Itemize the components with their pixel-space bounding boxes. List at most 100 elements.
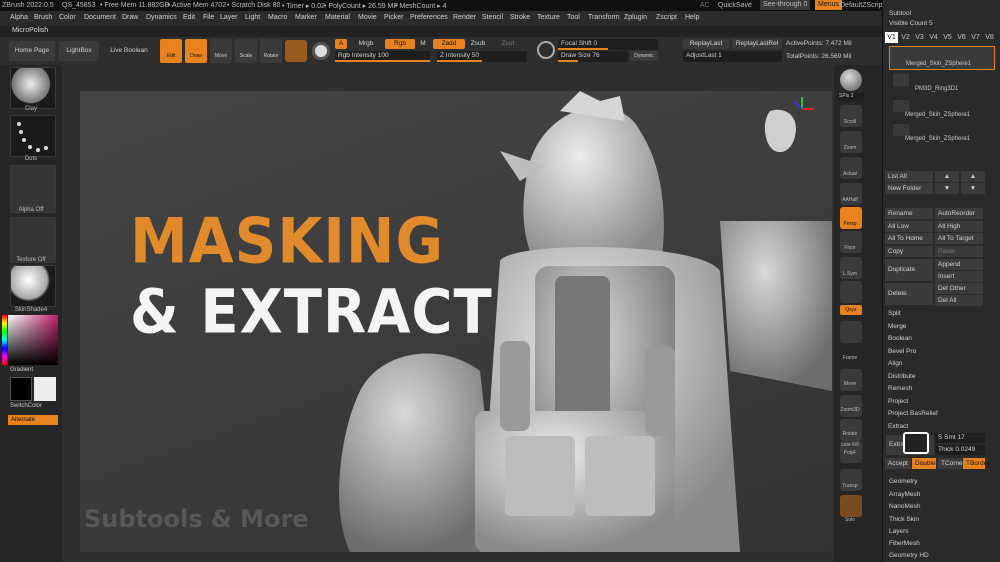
double-toggle[interactable]: Double — [912, 458, 936, 469]
version-v5[interactable]: V5 — [941, 32, 954, 43]
subtool-header[interactable]: Subtool — [889, 10, 911, 17]
all-high-button[interactable]: All High — [935, 221, 983, 232]
version-v1[interactable]: V1 — [885, 32, 898, 43]
subtool-item[interactable]: Merged_Skin_ZSphere1 — [889, 122, 995, 146]
lock-icon[interactable] — [840, 281, 862, 303]
distribute-section[interactable]: Distribute — [885, 371, 983, 382]
fibermesh-section[interactable]: FiberMesh — [889, 540, 920, 547]
menu-help[interactable]: Help — [685, 14, 699, 21]
menu-material[interactable]: Material — [325, 14, 350, 21]
tborder-toggle[interactable]: TBorder — [963, 458, 989, 469]
hue-strip[interactable] — [2, 315, 7, 365]
thick-slider[interactable]: Thick 0.0249 — [935, 445, 985, 455]
menu-alpha[interactable]: Alpha — [10, 14, 28, 21]
merge-section[interactable]: Merge — [885, 321, 983, 332]
align-section[interactable]: Align — [885, 358, 983, 369]
new-folder-button[interactable]: New Folder — [885, 183, 933, 194]
menu-dynamics[interactable]: Dynamics — [146, 14, 177, 21]
menu-preferences[interactable]: Preferences — [410, 14, 448, 21]
del-other-button[interactable]: Del Other — [935, 283, 983, 294]
menu-movie[interactable]: Movie — [358, 14, 377, 21]
replay-last-button[interactable]: ReplayLast — [683, 39, 729, 49]
menu-draw[interactable]: Draw — [122, 14, 138, 21]
material-icon[interactable] — [10, 265, 56, 307]
menu-tool[interactable]: Tool — [567, 14, 580, 21]
zscript-button[interactable]: DefaultZScript — [840, 2, 884, 9]
dots-stroke-icon[interactable] — [10, 115, 56, 157]
focal-shift-slider[interactable]: Focal Shift 0 — [558, 39, 658, 50]
version-v7[interactable]: V7 — [969, 32, 982, 43]
menu-layer[interactable]: Layer — [220, 14, 238, 21]
draw-size-slider[interactable]: Draw Size 76 — [558, 51, 628, 62]
arrow-up-icon[interactable]: ▲ — [935, 171, 959, 182]
subtool-item[interactable]: PM3D_Ring3D1 — [889, 72, 995, 96]
version-v2[interactable]: V2 — [899, 32, 912, 43]
arraymesh-section[interactable]: ArrayMesh — [889, 491, 920, 498]
append-button[interactable]: Append — [935, 259, 983, 270]
ghost-icon[interactable] — [840, 495, 862, 517]
project-basrelief-section[interactable]: Project BasRelief — [885, 408, 983, 419]
m-toggle[interactable]: M — [417, 39, 429, 49]
accept-button[interactable]: Accept — [885, 458, 911, 469]
alpha-slot[interactable] — [10, 165, 56, 213]
move-button[interactable]: Move — [210, 39, 232, 63]
replay-last-rel-button[interactable]: ReplayLastRel — [732, 39, 782, 49]
version-v8[interactable]: V8 — [983, 32, 996, 43]
geometry-hd-section[interactable]: Geometry HD — [889, 552, 929, 559]
menu-marker[interactable]: Marker — [295, 14, 317, 21]
subtool-item[interactable]: Merged_Skin_ZSphere1 — [889, 46, 995, 70]
tcorne-toggle[interactable]: TCorne — [938, 458, 963, 469]
menu-edit[interactable]: Edit — [183, 14, 195, 21]
stroke-circle-icon[interactable] — [537, 41, 555, 59]
material-sphere-icon[interactable] — [285, 40, 307, 62]
z-intensity-slider[interactable]: Z Intensity 50 — [437, 51, 527, 62]
menu-render[interactable]: Render — [453, 14, 476, 21]
scale-button[interactable]: Scale — [235, 39, 257, 63]
xyz-toggle[interactable]: Qxyz — [840, 305, 862, 315]
lightbox-button[interactable]: LightBox — [59, 41, 99, 61]
auto-reorder-button[interactable]: AutoReorder — [935, 208, 983, 219]
menu-light[interactable]: Light — [245, 14, 260, 21]
home-page-button[interactable]: Home Page — [9, 41, 55, 61]
version-v4[interactable]: V4 — [927, 32, 940, 43]
menu-color[interactable]: Color — [59, 14, 76, 21]
a-toggle[interactable]: A — [335, 39, 347, 49]
menu-zscript[interactable]: Zscript — [656, 14, 677, 21]
axis-gizmo-icon[interactable] — [788, 95, 816, 123]
mrgb-toggle[interactable]: Mrgb — [350, 39, 382, 49]
menu-zplugin[interactable]: Zplugin — [624, 14, 647, 21]
rotate-view-icon[interactable] — [840, 419, 862, 441]
zadd-toggle[interactable]: Zadd — [433, 39, 465, 49]
arrow-up-alt-icon[interactable]: ▲ — [961, 171, 985, 182]
remesh-section[interactable]: Remesh — [885, 383, 983, 394]
thick-skin-section[interactable]: Thick Skin — [889, 516, 919, 523]
version-v6[interactable]: V6 — [955, 32, 968, 43]
all-to-home-button[interactable]: All To Home — [885, 233, 933, 244]
layers-section[interactable]: Layers — [889, 528, 909, 535]
menu-brush[interactable]: Brush — [34, 14, 52, 21]
delete-button[interactable]: Delete — [885, 283, 933, 305]
copy-button[interactable]: Copy — [885, 246, 933, 257]
project-section[interactable]: Project — [885, 396, 983, 407]
s-smt-slider[interactable]: S Smt 17 — [935, 433, 985, 443]
all-low-button[interactable]: All Low — [885, 221, 933, 232]
geometry-section[interactable]: Geometry — [889, 478, 918, 485]
alternate-button[interactable]: Alternate — [8, 415, 58, 425]
secondary-color-swatch[interactable] — [10, 377, 32, 401]
see-through-slider[interactable]: See-through 0 — [760, 0, 811, 10]
insert-button[interactable]: Insert — [935, 271, 983, 282]
sculptris-icon[interactable] — [312, 42, 330, 60]
menu-document[interactable]: Document — [84, 14, 116, 21]
dynamic-toggle[interactable]: Dynamic — [630, 51, 658, 61]
rgb-toggle[interactable]: Rgb — [385, 39, 415, 49]
live-boolean-button[interactable]: Live Boolean — [104, 41, 154, 61]
arrow-down-icon[interactable]: ▼ — [935, 183, 959, 194]
del-all-button[interactable]: Del All — [935, 295, 983, 306]
move-view-icon[interactable] — [840, 369, 862, 391]
draw-button[interactable]: Draw — [185, 39, 207, 63]
split-section[interactable]: Split — [885, 308, 983, 319]
edit-button[interactable]: Edit — [160, 39, 182, 63]
paste-button[interactable]: Paste — [935, 246, 983, 257]
menu-transform[interactable]: Transform — [588, 14, 620, 21]
menu-stencil[interactable]: Stencil — [482, 14, 503, 21]
